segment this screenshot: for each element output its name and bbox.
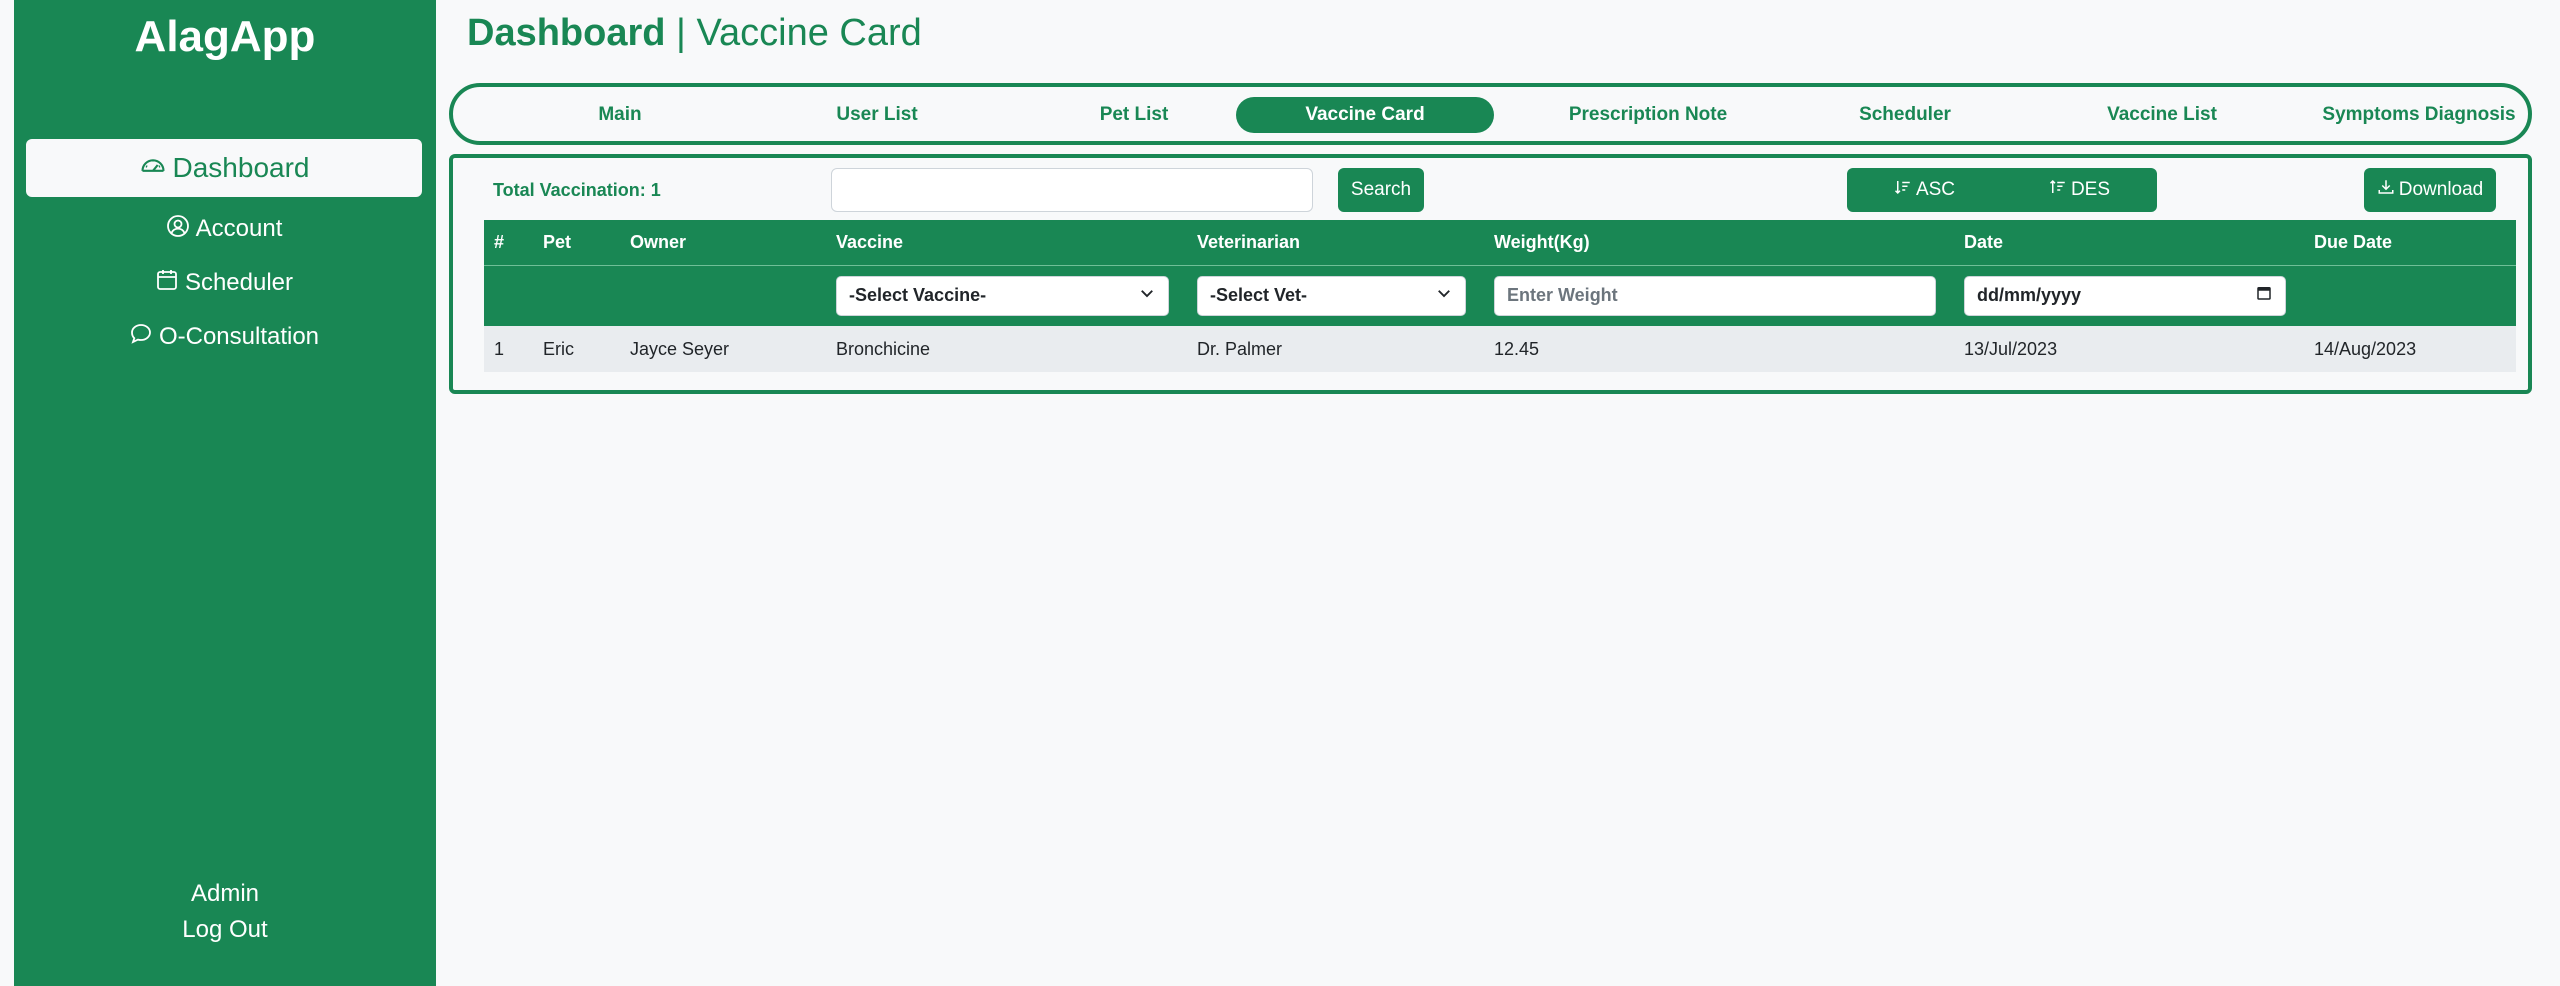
tab-prescription-note[interactable]: Prescription Note [1519, 97, 1777, 133]
date-filter-value: dd/mm/yyyy [1977, 285, 2082, 306]
sidebar-item-account[interactable]: Account [26, 200, 422, 258]
speedometer-icon [139, 151, 167, 186]
table-cell: 14/Aug/2023 [2314, 338, 2417, 359]
calendar-icon[interactable] [2255, 284, 2273, 307]
table-cell: 12.45 [1494, 338, 1540, 359]
sort-ascending-icon [1894, 178, 1912, 202]
chat-bubble-icon [129, 322, 153, 353]
sidebar-item-label: Dashboard [172, 152, 310, 183]
sort-button-group: ASC DES [1847, 168, 2157, 212]
user-role-label: Admin [190, 880, 260, 907]
date-filter-input[interactable]: dd/mm/yyyy [1964, 275, 2286, 316]
page-title-main: Dashboard [467, 12, 666, 54]
tab-user-list[interactable]: User List [748, 97, 1006, 133]
sidebar-item-label: Scheduler [184, 269, 294, 296]
column-header[interactable]: Pet [533, 220, 620, 266]
page-title-sub: | Vaccine Card [665, 12, 922, 54]
sidebar-item-scheduler[interactable]: Scheduler [26, 254, 422, 312]
tab-vaccine-card[interactable]: Vaccine Card [1236, 97, 1494, 133]
sidebar-item-o-consultation[interactable]: O-Consultation [26, 308, 422, 366]
table-cell: Dr. Palmer [1197, 338, 1283, 359]
table-header-row: # Pet Owner Vaccine Veterinarian Weight(… [484, 220, 2516, 266]
column-header[interactable]: Due Date [2304, 220, 2516, 266]
column-header[interactable]: Veterinarian [1187, 220, 1484, 266]
tab-main[interactable]: Main [491, 97, 749, 133]
download-icon [2377, 178, 2395, 202]
column-header[interactable]: Vaccine [826, 220, 1187, 266]
vaccine-filter-value: -Select Vaccine- [849, 285, 987, 306]
weight-filter-placeholder: Enter Weight [1507, 285, 1618, 306]
sidebar-item-dashboard[interactable]: Dashboard [26, 139, 422, 197]
vet-filter-value: -Select Vet- [1210, 285, 1308, 306]
calendar-icon [155, 268, 179, 299]
download-label: Download [2398, 179, 2484, 200]
table-filter-row: -Select Vaccine- -Select Vet- Enter Weig… [484, 265, 2516, 326]
column-header[interactable]: Date [1954, 220, 2304, 266]
table-cell: 13/Jul/2023 [1964, 338, 2058, 359]
search-input[interactable] [831, 168, 1313, 212]
vet-filter-select[interactable]: -Select Vet- [1197, 275, 1466, 316]
table-cell: 1 [494, 338, 505, 359]
download-button[interactable]: Download [2364, 168, 2496, 212]
page-title: Dashboard | Vaccine Card [467, 12, 922, 55]
tab-scheduler[interactable]: Scheduler [1776, 97, 2034, 133]
chevron-down-icon [1435, 284, 1453, 307]
vaccine-filter-select[interactable]: -Select Vaccine- [836, 275, 1169, 316]
weight-filter-input[interactable]: Enter Weight [1494, 275, 1936, 316]
sort-des-label: DES [2070, 179, 2111, 200]
vaccine-card-panel: Total Vaccination: 1 Search ASC DES Down… [449, 154, 2532, 394]
sort-asc-button[interactable]: ASC [1847, 168, 2002, 212]
tab-symptoms-diagnosis[interactable]: Symptoms Diagnosis [2290, 97, 2548, 133]
search-button[interactable]: Search [1338, 168, 1424, 212]
sort-des-button[interactable]: DES [2002, 168, 2157, 212]
sort-descending-icon [2049, 178, 2067, 202]
column-header[interactable]: Owner [620, 220, 826, 266]
table-cell: Eric [543, 338, 574, 359]
logout-link[interactable]: Log Out [14, 916, 436, 944]
user-circle-icon [166, 214, 190, 245]
column-header[interactable]: Weight(Kg) [1484, 220, 1954, 266]
table-cell: Jayce Seyer [630, 338, 730, 359]
table-row[interactable]: 1 Eric Jayce Seyer Bronchicine Dr. Palme… [484, 326, 2516, 372]
tab-bar: Main User List Pet List Vaccine Card Pre… [449, 83, 2532, 145]
column-header[interactable]: # [484, 220, 533, 266]
tab-pet-list[interactable]: Pet List [1005, 97, 1263, 133]
sidebar: AlagApp Dashboard Account Scheduler O-Co… [14, 0, 436, 986]
table-cell: Bronchicine [836, 338, 931, 359]
tab-vaccine-list[interactable]: Vaccine List [2033, 97, 2291, 133]
chevron-down-icon [1138, 284, 1156, 307]
total-vaccination: Total Vaccination: 1 [493, 180, 661, 200]
sidebar-item-label: Account [195, 215, 283, 242]
sort-asc-label: ASC [1915, 179, 1956, 200]
brand-logo: AlagApp [134, 12, 316, 61]
vaccine-table: # Pet Owner Vaccine Veterinarian Weight(… [484, 220, 2516, 372]
sidebar-item-label: O-Consultation [158, 323, 320, 350]
